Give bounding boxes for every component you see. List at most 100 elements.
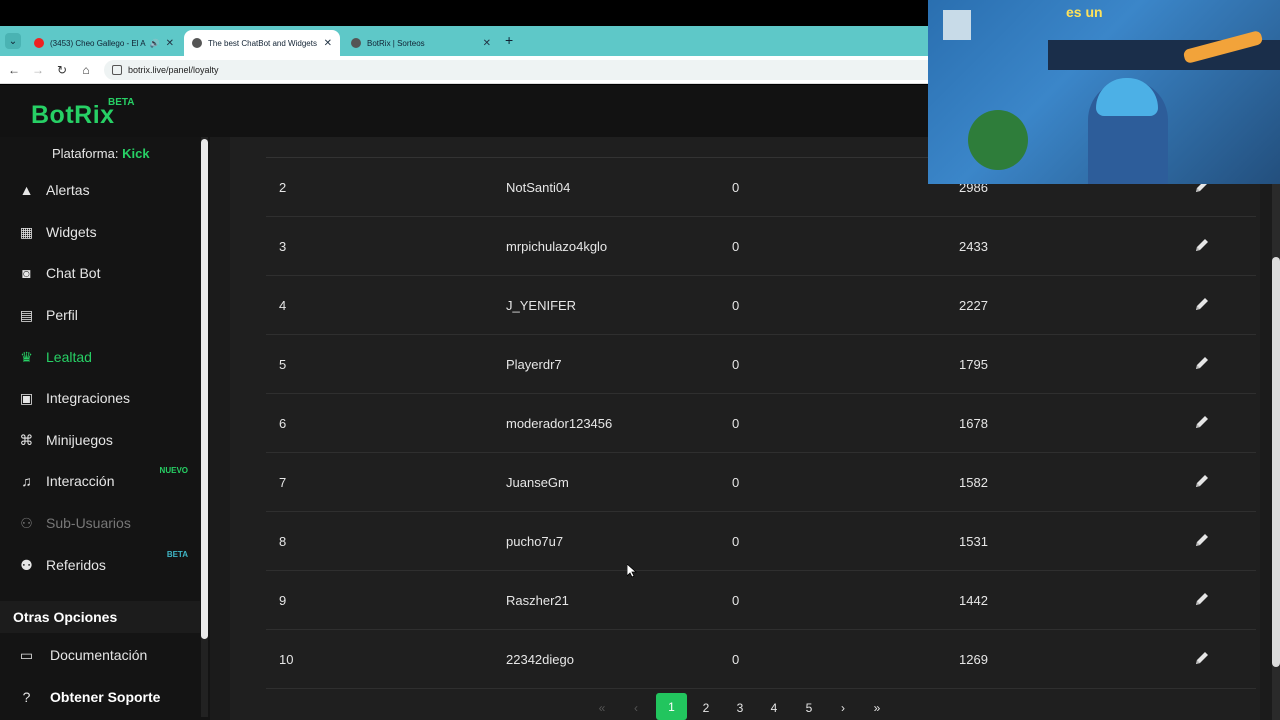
main-scroll-thumb[interactable] [1272,257,1280,667]
rank-cell: 3 [279,239,287,254]
tab-botrix-chatbot[interactable]: The best ChatBot and Widgets ✕ [184,30,340,56]
points-cell: 1269 [959,652,988,667]
sidebar-item-label: Chat Bot [46,265,101,281]
botrix-logo[interactable]: BotRix [31,101,115,130]
music-icon: ♫ [21,473,32,489]
table-row: 10 22342diego 0 1269 [266,630,1256,689]
sidebar-item-label: Lealtad [46,349,92,365]
url-field[interactable]: botrix.live/panel/loyalty [104,60,944,80]
edit-pencil-icon[interactable] [1194,532,1210,548]
beta-badge: BETA [166,550,188,559]
edit-pencil-icon[interactable] [1194,473,1210,489]
page-1-button[interactable]: 1 [656,693,687,720]
sidebar-item-minijuegos[interactable]: ⌘ Minijuegos [0,425,200,455]
page-3-button[interactable]: 3 [728,696,752,720]
forward-arrow-icon[interactable]: → [30,62,46,78]
username-cell: J_YENIFER [506,298,577,313]
close-icon[interactable]: ✕ [483,38,491,49]
new-badge: NUEVO [159,466,188,475]
edit-pencil-icon[interactable] [1194,355,1210,371]
platform-value: Kick [122,146,150,161]
sidebar-item-widgets[interactable]: ▦ Widgets [0,217,200,247]
username-cell: moderador123456 [506,416,613,431]
sidebar-item-interaccion[interactable]: ♫ Interacción NUEVO [0,466,200,496]
next-page-button[interactable]: › [831,696,855,720]
rank-cell: 10 [279,652,294,667]
sidebar-item-integraciones[interactable]: ▣ Integraciones [0,383,200,413]
points-cell: 1442 [959,593,988,608]
sidebar: Plataforma: Kick ▲ Alertas ▦ Widgets ◙ C… [0,137,210,720]
chat-icon: ▣ [19,389,34,406]
home-icon[interactable]: ⌂ [78,62,94,78]
value-cell: 0 [732,239,740,254]
table-row: 3 mrpichulazo4kglo 0 2433 [266,217,1256,276]
tab-title: The best ChatBot and Widgets [208,38,317,48]
sidebar-item-referidos[interactable]: ⚉ Referidos BETA [0,550,200,580]
username-cell: 22342diego [506,652,574,667]
reload-icon[interactable]: ↻ [54,62,70,78]
user-group-icon: ⚉ [20,556,33,573]
table-row: 7 JuanseGm 0 1582 [266,453,1256,512]
prev-page-button[interactable]: ‹ [624,696,648,720]
sidebar-scroll-thumb[interactable] [201,139,208,639]
back-arrow-icon[interactable]: ← [6,62,22,78]
wall-poster [943,10,971,40]
page-5-button[interactable]: 5 [797,696,821,720]
points-cell: 1795 [959,357,988,372]
page-4-button[interactable]: 4 [762,696,786,720]
last-page-button[interactable]: » [865,696,889,720]
rank-cell: 7 [279,475,287,490]
page-2-button[interactable]: 2 [694,696,718,720]
sidebar-item-lealtad[interactable]: ♛ Lealtad [0,342,200,372]
first-page-button[interactable]: « [590,696,614,720]
streamer-cap [1096,78,1158,116]
rank-cell: 2 [279,180,287,195]
value-cell: 0 [732,475,740,490]
sidebar-item-obtener-soporte[interactable]: ? Obtener Soporte [0,682,200,712]
edit-pencil-icon[interactable] [1194,296,1210,312]
sidebar-item-perfil[interactable]: ▤ Perfil [0,300,200,330]
grid-icon: ▦ [19,223,34,240]
site-info-icon[interactable] [112,65,122,75]
sidebar-item-chat-bot[interactable]: ◙ Chat Bot [0,258,200,288]
logo-beta-badge: BETA [108,97,135,108]
tab-search-button[interactable]: ⌄ [5,33,21,49]
platform-indicator: Plataforma: Kick [52,146,150,161]
rank-cell: 4 [279,298,287,313]
users-icon: ⚇ [20,514,33,531]
plant [968,110,1028,170]
new-tab-button[interactable]: + [505,32,513,48]
edit-pencil-icon[interactable] [1194,650,1210,666]
sidebar-item-label: Documentación [50,647,148,663]
sidebar-item-label: Widgets [46,224,97,240]
tab-title: BotRix | Sorteos [367,38,425,48]
points-cell: 1582 [959,475,988,490]
sidebar-item-alertas[interactable]: ▲ Alertas [0,175,200,205]
edit-pencil-icon[interactable] [1194,414,1210,430]
other-options-heading: Otras Opciones [0,601,200,633]
rank-cell: 6 [279,416,287,431]
tab-botrix-sorteos[interactable]: BotRix | Sorteos ✕ [343,30,499,56]
tab-youtube[interactable]: (3453) Cheo Gallego - El Ar 🔊 ✕ [26,30,182,56]
value-cell: 0 [732,180,740,195]
sidebar-item-sub-usuarios[interactable]: ⚇ Sub-Usuarios [0,508,200,538]
edit-pencil-icon[interactable] [1194,591,1210,607]
close-icon[interactable]: ✕ [166,38,174,49]
value-cell: 0 [732,593,740,608]
sidebar-item-label: Minijuegos [46,432,113,448]
sidebar-item-documentacion[interactable]: ▭ Documentación [0,640,200,670]
table-row: 8 pucho7u7 0 1531 [266,512,1256,571]
username-cell: Raszher21 [506,593,569,608]
edit-pencil-icon[interactable] [1194,237,1210,253]
book-icon: ▭ [19,646,34,663]
loyalty-table-card: 2 NotSanti04 0 2 9 8 6 3 mrpichulazo4kglo 0 2433 4 J… [230,137,1260,720]
value-cell: 0 [732,298,740,313]
rank-cell: 5 [279,357,287,372]
points-cell: 2227 [959,298,988,313]
username-cell: Playerdr7 [506,357,562,372]
close-icon[interactable]: ✕ [324,38,332,49]
sidebar-item-label: Obtener Soporte [50,689,161,705]
sidebar-item-label: Perfil [46,307,78,323]
gamepad-icon: ⌘ [19,431,34,448]
tab-title: (3453) Cheo Gallego - El Ar [50,38,146,48]
